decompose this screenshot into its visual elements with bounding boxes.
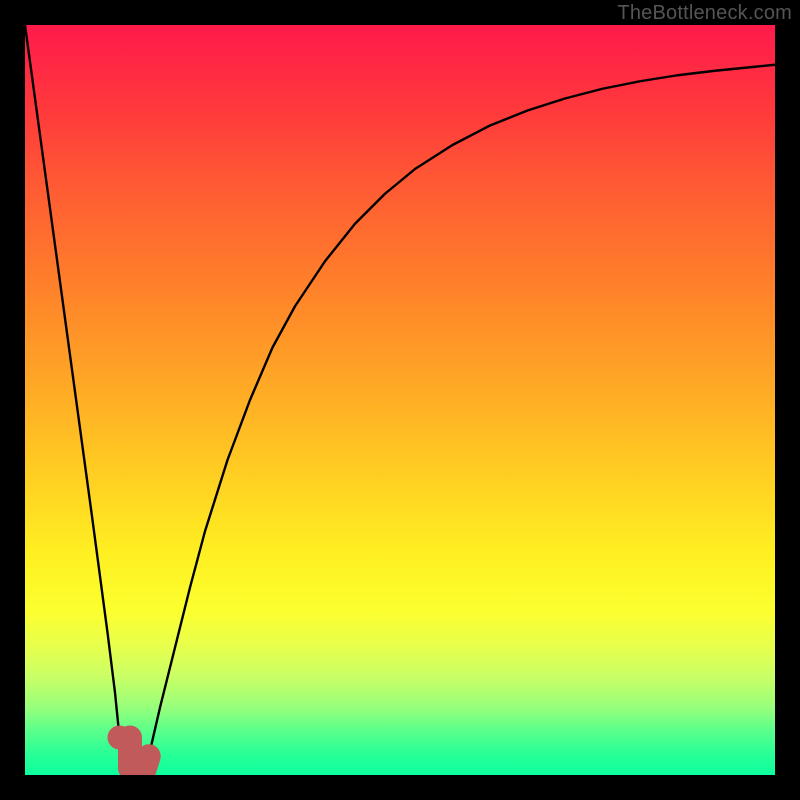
curve-group [25, 25, 775, 775]
chart-svg [25, 25, 775, 775]
bottleneck-curve [25, 25, 775, 775]
chart-frame: TheBottleneck.com [0, 0, 800, 800]
plot-area [25, 25, 775, 775]
markers-group [108, 726, 149, 771]
watermark-text: TheBottleneck.com [617, 2, 792, 25]
marker-j-shape [130, 738, 149, 771]
